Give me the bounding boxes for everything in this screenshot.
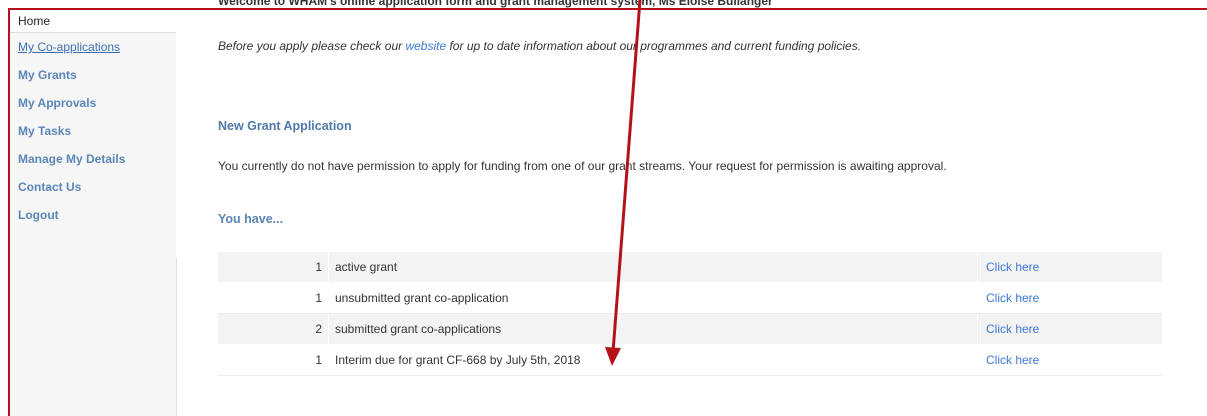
row-description: unsubmitted grant co-application	[328, 282, 978, 314]
annotation-frame-left	[8, 8, 10, 416]
sidebar-gap	[176, 10, 182, 258]
table-row: 1 unsubmitted grant co-application Click…	[218, 282, 1162, 314]
website-link[interactable]: website	[405, 39, 446, 53]
table-row: 2 submitted grant co-applications Click …	[218, 313, 1162, 345]
new-grant-heading: New Grant Application	[218, 119, 352, 133]
click-here-link[interactable]: Click here	[986, 260, 1039, 274]
sidebar-item-my-tasks[interactable]: My Tasks	[10, 117, 176, 145]
sidebar-item-manage-my-details[interactable]: Manage My Details	[10, 145, 176, 173]
intro-before: Before you apply please check our	[218, 39, 406, 53]
permission-message: You currently do not have permission to …	[218, 159, 947, 173]
intro-after: for up to date information about our pro…	[446, 39, 862, 53]
row-count: 1	[218, 252, 329, 283]
intro-text: Before you apply please check our websit…	[218, 39, 861, 53]
annotation-frame-top	[8, 8, 1207, 10]
row-count: 2	[218, 313, 329, 345]
sidebar-home[interactable]: Home	[10, 10, 176, 33]
click-here-link[interactable]: Click here	[986, 291, 1039, 305]
row-count: 1	[218, 344, 329, 376]
sidebar-item-logout[interactable]: Logout	[10, 201, 176, 229]
sidebar-item-my-approvals[interactable]: My Approvals	[10, 89, 176, 117]
row-count: 1	[218, 282, 329, 314]
row-description: active grant	[328, 252, 978, 283]
summary-table: 1 active grant Click here 1 unsubmitted …	[218, 252, 1162, 376]
sidebar-item-my-grants[interactable]: My Grants	[10, 61, 176, 89]
welcome-text: Welcome to WHAM's online application for…	[218, 0, 773, 8]
table-row: 1 active grant Click here	[218, 252, 1162, 283]
row-description: submitted grant co-applications	[328, 313, 978, 345]
click-here-link[interactable]: Click here	[986, 353, 1039, 367]
row-description: Interim due for grant CF-668 by July 5th…	[328, 344, 978, 376]
sidebar-item-contact-us[interactable]: Contact Us	[10, 173, 176, 201]
you-have-heading: You have...	[218, 212, 284, 226]
sidebar: Home My Co-applications My Grants My App…	[10, 10, 182, 416]
sidebar-item-my-co-applications[interactable]: My Co-applications	[10, 33, 176, 61]
click-here-link[interactable]: Click here	[986, 322, 1039, 336]
page: Home My Co-applications My Grants My App…	[0, 0, 1207, 416]
table-row: 1 Interim due for grant CF-668 by July 5…	[218, 344, 1162, 376]
